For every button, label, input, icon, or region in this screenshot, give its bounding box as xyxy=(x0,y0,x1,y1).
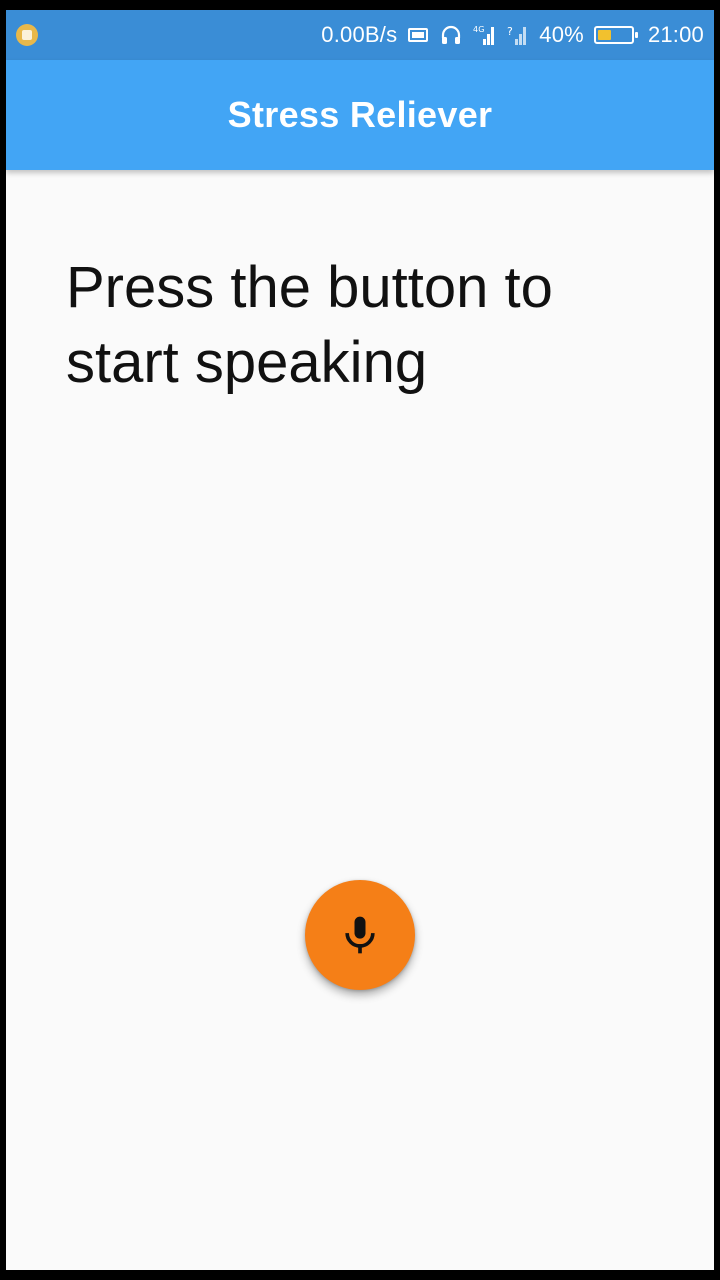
signal-4g-label: 4G xyxy=(473,25,485,34)
app-bar: Stress Reliever xyxy=(6,60,714,170)
status-right-group: 0.00B/s 4G ? 40% 21:00 xyxy=(321,10,704,60)
app-title: Stress Reliever xyxy=(227,94,493,135)
clock: 21:00 xyxy=(647,22,704,47)
speech-prompt-text: Press the button to start speaking xyxy=(66,255,553,395)
battery-icon xyxy=(593,26,638,44)
phone-screen: 0.00B/s 4G ? 40% 21:00 Stress Reliever P… xyxy=(6,10,714,1270)
battery-level-fill xyxy=(597,30,611,40)
network-speed: 0.00B/s xyxy=(321,22,398,47)
mic-icon xyxy=(345,916,375,954)
signal-no-sim-icon: ? xyxy=(507,23,529,47)
headset-icon xyxy=(439,23,463,47)
svg-text:?: ? xyxy=(507,25,513,38)
status-bar: 0.00B/s 4G ? 40% 21:00 xyxy=(6,10,714,60)
battery-percent: 40% xyxy=(539,22,584,47)
cast-icon xyxy=(407,26,429,44)
mic-button[interactable] xyxy=(305,880,415,990)
signal-4g-icon: 4G xyxy=(473,23,497,47)
notification-icon xyxy=(16,24,38,46)
